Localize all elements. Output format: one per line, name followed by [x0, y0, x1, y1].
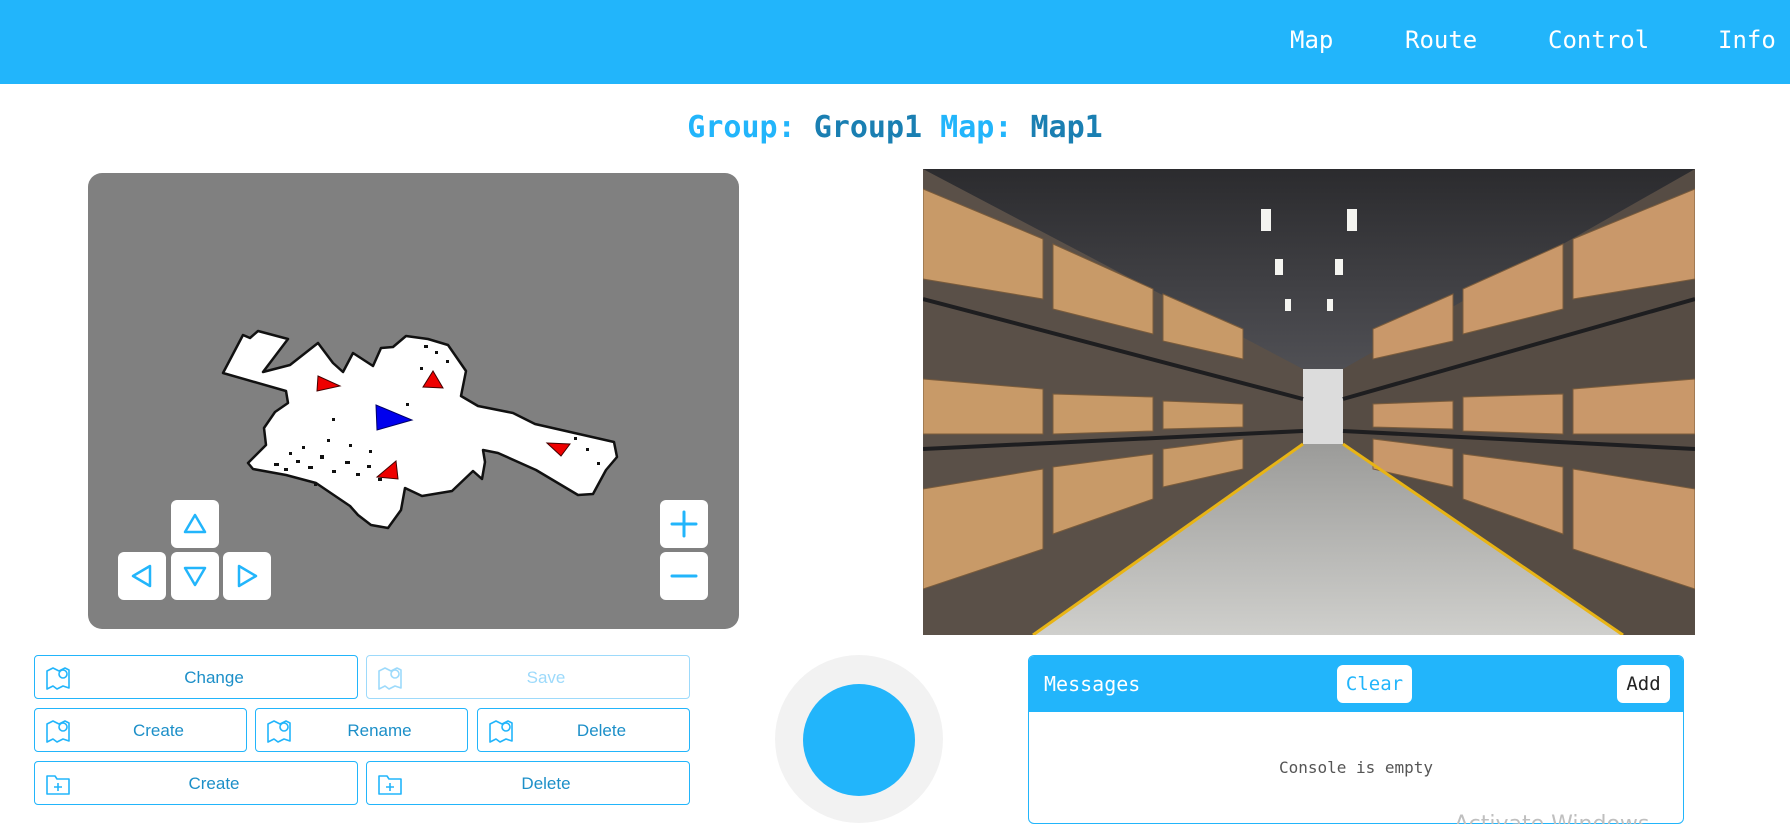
delete-group-label: Delete: [521, 774, 571, 793]
zoom-out-button[interactable]: [660, 552, 708, 600]
delete-map-button[interactable]: Delete: [477, 708, 690, 752]
joystick-handle[interactable]: [803, 684, 915, 796]
delete-map-label: Delete: [576, 721, 627, 740]
map-pin-icon: [46, 720, 70, 743]
change-map-label: Change: [184, 668, 244, 687]
messages-header: Messages Clear Add: [1029, 656, 1683, 712]
delete-group-button[interactable]: Delete: [366, 761, 690, 805]
warehouse-aisle-image: [923, 169, 1695, 635]
pan-right-button[interactable]: [223, 552, 271, 600]
pan-left-button[interactable]: [118, 552, 166, 600]
map-value: Map1: [1030, 110, 1103, 145]
change-map-button[interactable]: Change: [34, 655, 358, 699]
nav-item-info[interactable]: Info: [1718, 26, 1776, 54]
arrow-left-icon: [131, 564, 152, 588]
map-free-space: [221, 329, 619, 530]
camera-feed: [923, 169, 1695, 635]
map-label: Map:: [940, 110, 1013, 145]
pan-up-button[interactable]: [171, 500, 219, 548]
zoom-in-icon: [670, 510, 698, 538]
top-nav-bar: Map Route Control Info: [0, 0, 1790, 84]
zoom-out-icon: [670, 574, 698, 578]
map-viewer[interactable]: [88, 173, 739, 629]
group-label: Group:: [687, 110, 796, 145]
pan-down-button[interactable]: [171, 552, 219, 600]
create-group-label: Create: [188, 774, 240, 793]
zoom-in-button[interactable]: [660, 500, 708, 548]
save-map-button[interactable]: Save: [366, 655, 690, 699]
save-map-label: Save: [526, 668, 566, 687]
map-pin-icon: [489, 720, 513, 743]
nav-item-map[interactable]: Map: [1290, 26, 1333, 54]
nav-item-control[interactable]: Control: [1548, 26, 1649, 54]
create-map-label: Create: [132, 721, 185, 740]
rename-map-label: Rename: [347, 721, 412, 740]
map-pin-icon: [378, 667, 402, 690]
messages-title: Messages: [1044, 672, 1141, 696]
group-value: Group1: [813, 110, 923, 145]
folder-plus-icon: [46, 775, 70, 795]
arrow-down-icon: [183, 566, 207, 587]
rename-map-button[interactable]: Rename: [255, 708, 468, 752]
map-pin-icon: [46, 667, 70, 690]
add-message-button[interactable]: Add: [1617, 665, 1670, 703]
map-pin-icon: [267, 720, 291, 743]
folder-plus-icon: [378, 775, 402, 795]
messages-panel: Messages Clear Add Console is empty: [1028, 655, 1684, 824]
arrow-up-icon: [183, 513, 207, 534]
nav-item-route[interactable]: Route: [1405, 26, 1477, 54]
os-activation-watermark: Activate Windows: [1454, 812, 1649, 824]
create-group-button[interactable]: Create: [34, 761, 358, 805]
clear-messages-button[interactable]: Clear: [1337, 665, 1412, 703]
console-empty-text: Console is empty: [1278, 758, 1434, 777]
page-title: Group: Group1 Map: Map1: [0, 110, 1790, 145]
arrow-right-icon: [237, 564, 258, 588]
create-map-button[interactable]: Create: [34, 708, 247, 752]
